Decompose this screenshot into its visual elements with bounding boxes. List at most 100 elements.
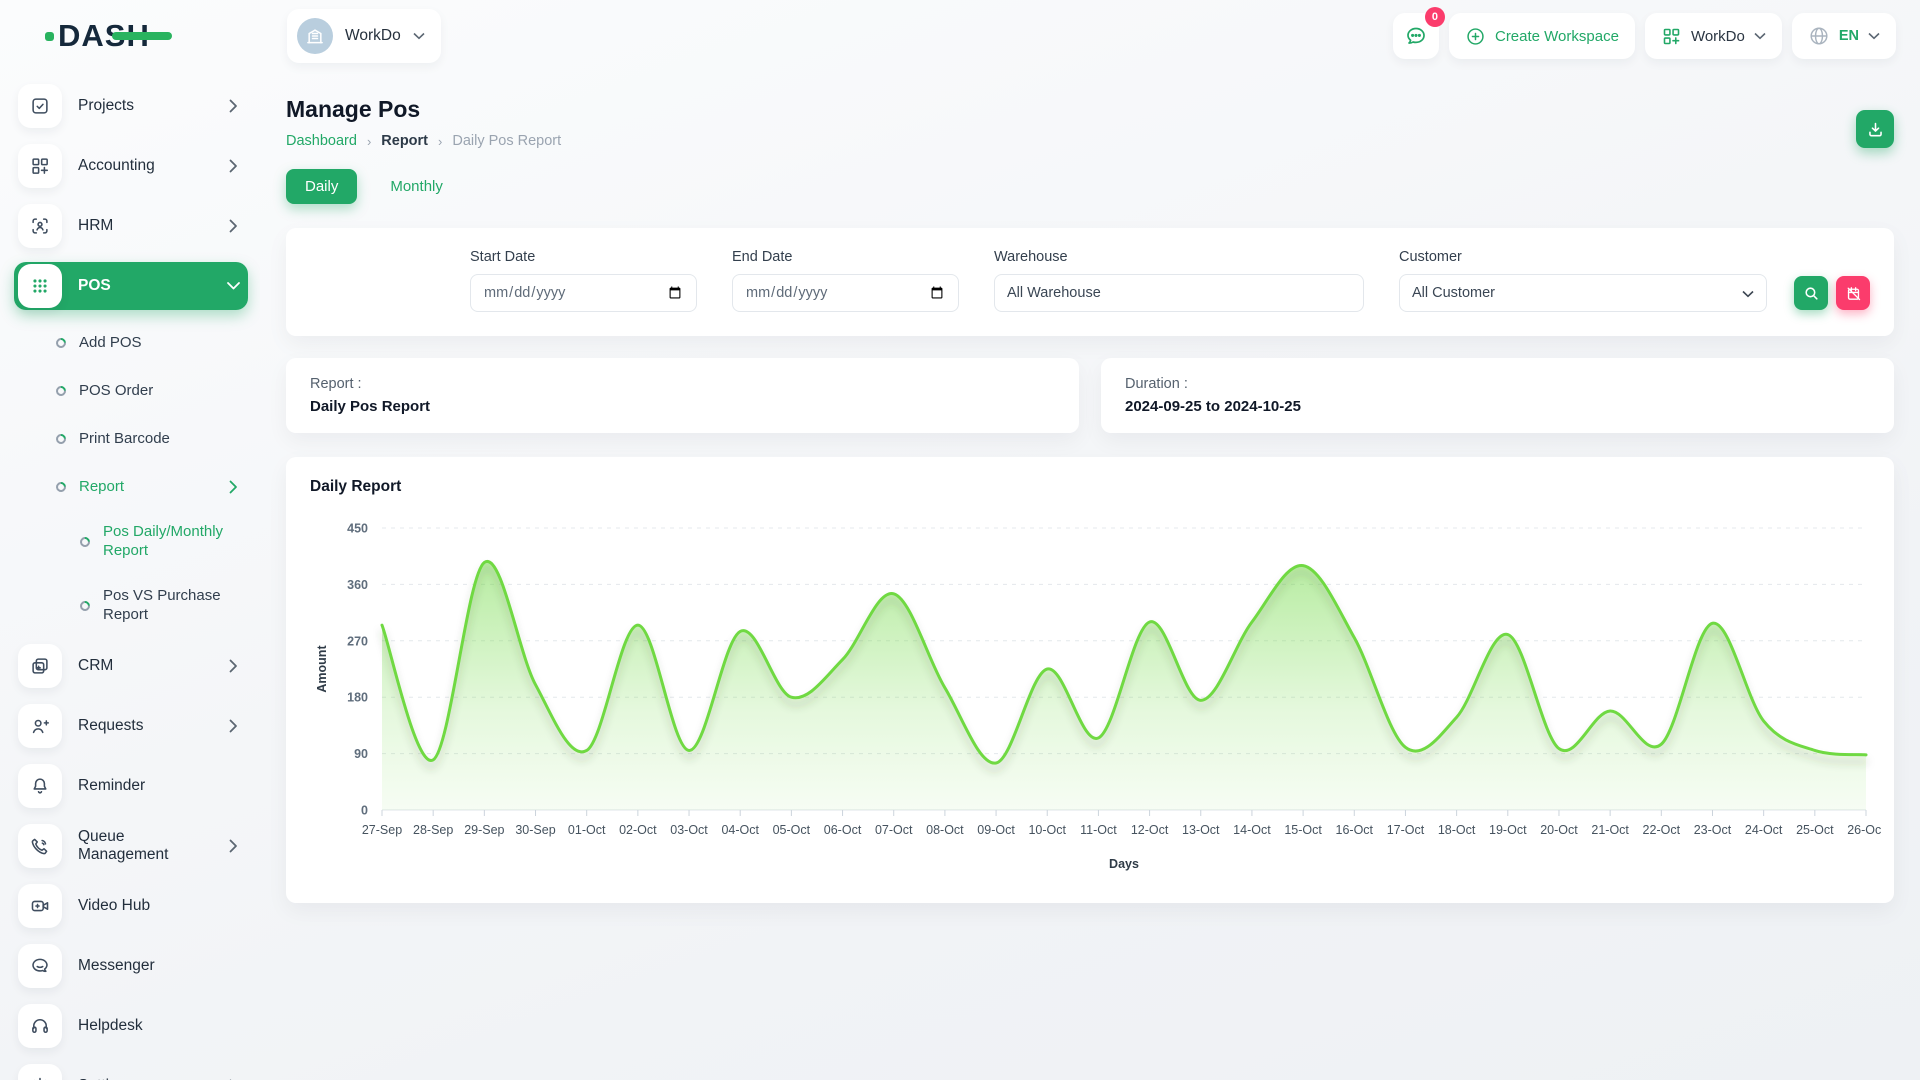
sidebar-item-report[interactable]: Report xyxy=(14,466,248,508)
svg-text:20-Oct: 20-Oct xyxy=(1540,823,1578,837)
warehouse-select[interactable]: All Warehouse xyxy=(994,274,1364,312)
gear-icon xyxy=(18,1064,62,1080)
end-date-input[interactable] xyxy=(732,274,959,312)
chat-bubble-icon xyxy=(18,944,62,988)
sidebar-item-pos-daily-monthly-report[interactable]: Pos Daily/Monthly Report xyxy=(14,514,248,570)
create-workspace-label: Create Workspace xyxy=(1495,28,1619,45)
phone-call-icon xyxy=(18,824,62,868)
sidebar-item-queue-management[interactable]: Queue Management xyxy=(14,822,248,870)
svg-text:18-Oct: 18-Oct xyxy=(1438,823,1476,837)
tab-monthly[interactable]: Monthly xyxy=(371,169,462,204)
svg-text:15-Oct: 15-Oct xyxy=(1284,823,1322,837)
create-workspace-button[interactable]: Create Workspace xyxy=(1449,13,1635,59)
checkbox-icon xyxy=(18,84,62,128)
svg-text:12-Oct: 12-Oct xyxy=(1131,823,1169,837)
sidebar-item-pos-order[interactable]: POS Order xyxy=(14,370,248,412)
sidebar-item-video-hub[interactable]: Video Hub xyxy=(14,882,248,930)
svg-text:14-Oct: 14-Oct xyxy=(1233,823,1271,837)
svg-text:360: 360 xyxy=(347,578,368,592)
ring-bullet-icon xyxy=(78,535,92,549)
customer-field: Customer All Customer xyxy=(1399,249,1767,312)
report-mode-tabs: Daily Monthly xyxy=(286,169,1894,204)
breadcrumb-dashboard[interactable]: Dashboard xyxy=(286,133,357,149)
chevron-right-icon: › xyxy=(367,134,371,149)
reset-filter-button[interactable] xyxy=(1836,276,1870,310)
sidebar-item-accounting[interactable]: Accounting xyxy=(14,142,248,190)
start-date-field: Start Date xyxy=(470,249,697,312)
ring-bullet-icon xyxy=(54,336,68,350)
chevron-right-icon xyxy=(229,480,238,494)
sidebar-item-add-pos[interactable]: Add POS xyxy=(14,322,248,364)
language-label: EN xyxy=(1839,28,1859,44)
browser-copy-icon xyxy=(18,644,62,688)
svg-text:180: 180 xyxy=(347,691,368,705)
page-title: Manage Pos xyxy=(286,96,561,123)
workdo-menu-label: WorkDo xyxy=(1691,28,1745,45)
bell-icon xyxy=(18,764,62,808)
svg-text:08-Oct: 08-Oct xyxy=(926,823,964,837)
ring-bullet-icon xyxy=(78,599,92,613)
dots-grid-icon xyxy=(18,264,62,308)
sidebar-item-print-barcode[interactable]: Print Barcode xyxy=(14,418,248,460)
download-report-button[interactable] xyxy=(1856,110,1894,148)
workspace-switcher[interactable]: WorkDo xyxy=(287,9,441,63)
chevron-right-icon xyxy=(229,719,238,733)
svg-text:26-Oct: 26-Oct xyxy=(1847,823,1881,837)
sidebar-item-reminder[interactable]: Reminder xyxy=(14,762,248,810)
app-logo[interactable]: DASH xyxy=(58,18,150,54)
svg-text:450: 450 xyxy=(347,522,368,536)
svg-text:25-Oct: 25-Oct xyxy=(1796,823,1834,837)
svg-text:16-Oct: 16-Oct xyxy=(1336,823,1374,837)
report-value: Daily Pos Report xyxy=(310,398,1055,415)
breadcrumb-current: Daily Pos Report xyxy=(452,133,561,149)
message-count-badge: 0 xyxy=(1425,7,1445,27)
globe-icon xyxy=(1808,25,1830,47)
search-icon xyxy=(1803,285,1820,302)
download-icon xyxy=(1866,120,1885,139)
chevron-right-icon xyxy=(229,99,238,113)
svg-text:04-Oct: 04-Oct xyxy=(721,823,759,837)
headset-icon xyxy=(18,1004,62,1048)
end-date-field: End Date xyxy=(732,249,959,312)
sidebar-item-messenger[interactable]: Messenger xyxy=(14,942,248,990)
warehouse-label: Warehouse xyxy=(994,249,1364,265)
building-icon xyxy=(305,26,325,46)
sidebar-item-helpdesk[interactable]: Helpdesk xyxy=(14,1002,248,1050)
duration-summary-card: Duration : 2024-09-25 to 2024-10-25 xyxy=(1101,358,1894,433)
workspace-name: WorkDo xyxy=(345,27,401,45)
svg-text:0: 0 xyxy=(361,804,368,818)
search-button[interactable] xyxy=(1794,276,1828,310)
svg-text:22-Oct: 22-Oct xyxy=(1643,823,1681,837)
logo-accent-dot xyxy=(45,32,54,41)
breadcrumb-report[interactable]: Report xyxy=(381,133,428,149)
svg-text:01-Oct: 01-Oct xyxy=(568,823,606,837)
duration-label: Duration : xyxy=(1125,376,1870,392)
sidebar-item-settings[interactable]: Settings xyxy=(14,1062,248,1080)
sidebar-item-pos[interactable]: POS xyxy=(14,262,248,310)
sidebar-item-pos-vs-purchase-report[interactable]: Pos VS Purchase Report xyxy=(14,578,248,634)
sidebar-item-crm[interactable]: CRM xyxy=(14,642,248,690)
top-header: DASH WorkDo 0 Create Workspace xyxy=(0,0,1920,72)
svg-text:09-Oct: 09-Oct xyxy=(977,823,1015,837)
messages-button[interactable]: 0 xyxy=(1393,13,1439,59)
start-date-input[interactable] xyxy=(470,274,697,312)
breadcrumb: Dashboard › Report › Daily Pos Report xyxy=(286,133,561,149)
chevron-right-icon xyxy=(229,659,238,673)
customer-label: Customer xyxy=(1399,249,1767,265)
customer-select[interactable]: All Customer xyxy=(1399,274,1767,312)
sidebar-item-projects[interactable]: Projects xyxy=(14,82,248,130)
svg-text:28-Sep: 28-Sep xyxy=(413,823,453,837)
end-date-label: End Date xyxy=(732,249,959,265)
chevron-down-icon xyxy=(413,32,425,40)
chart-title: Daily Report xyxy=(310,478,1870,496)
tab-daily[interactable]: Daily xyxy=(286,169,357,204)
sidebar-nav: Projects Accounting HRM POS Add POS POS Order… xyxy=(0,72,260,1080)
language-selector[interactable]: EN xyxy=(1792,13,1896,59)
chevron-right-icon: › xyxy=(438,134,442,149)
svg-text:10-Oct: 10-Oct xyxy=(1028,823,1066,837)
sidebar-item-requests[interactable]: Requests xyxy=(14,702,248,750)
workdo-menu-button[interactable]: WorkDo xyxy=(1645,13,1782,59)
chevron-down-icon xyxy=(227,282,241,291)
svg-text:21-Oct: 21-Oct xyxy=(1591,823,1629,837)
sidebar-item-hrm[interactable]: HRM xyxy=(14,202,248,250)
